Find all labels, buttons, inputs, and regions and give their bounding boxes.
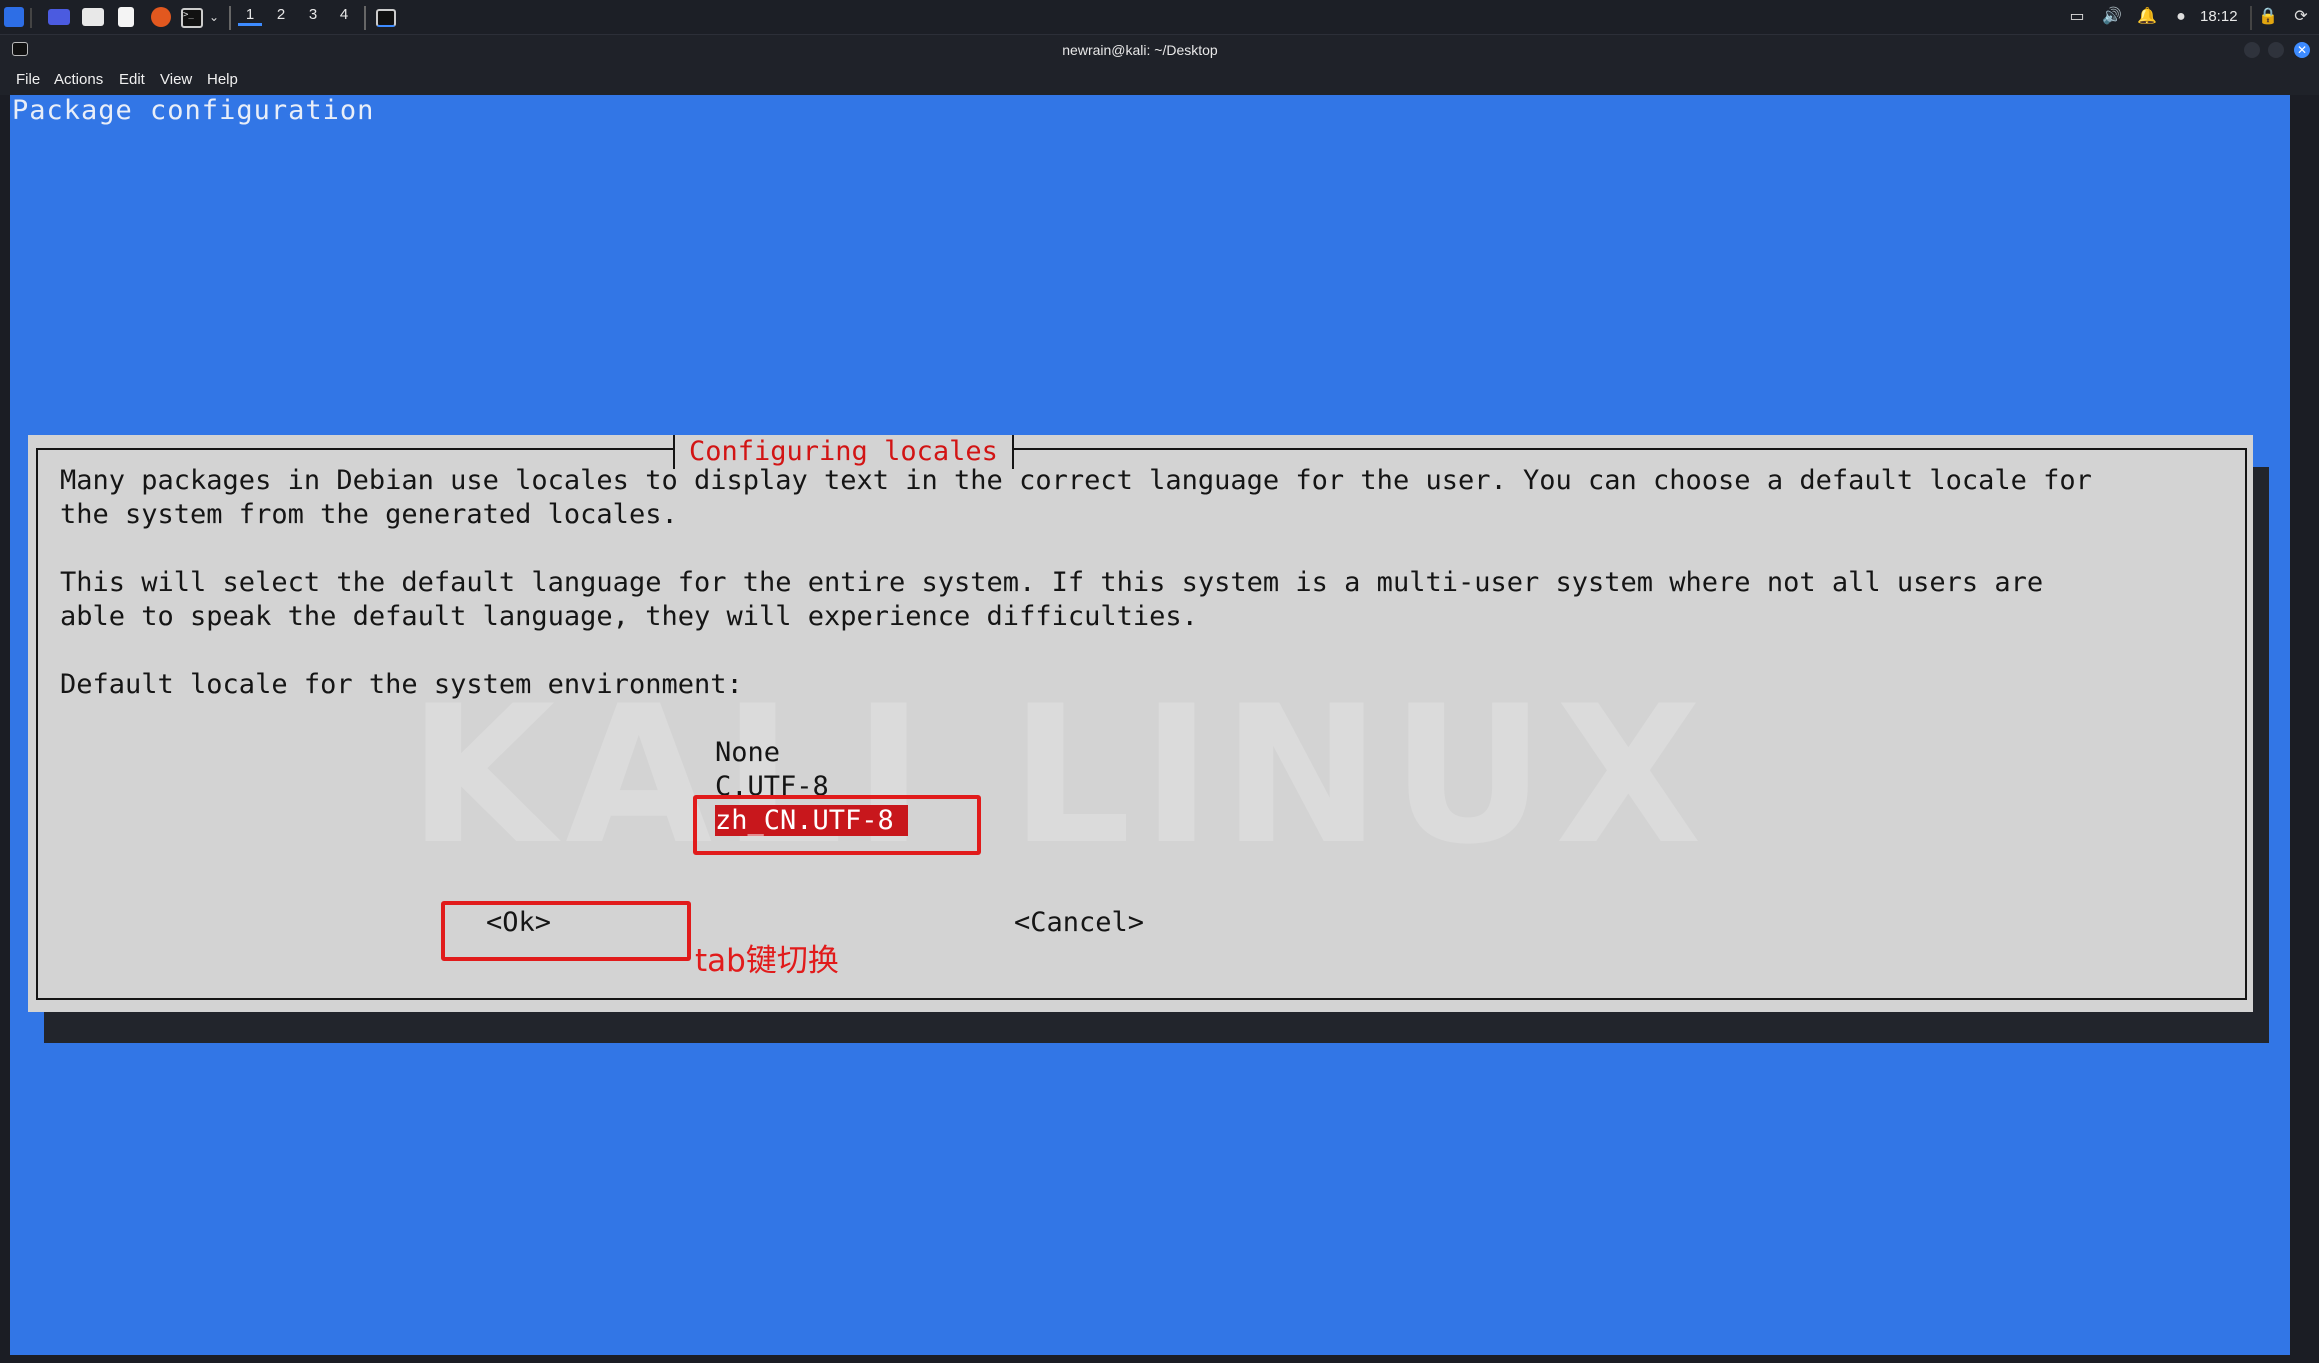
window-title: newrain@kali: ~/Desktop	[1062, 42, 1218, 58]
lock-icon[interactable]: 🔒	[2258, 8, 2278, 26]
divider	[2250, 6, 2252, 30]
annotation-box-ok	[441, 901, 691, 961]
dialog-title: Configuring locales	[673, 435, 1014, 469]
bell-icon[interactable]: 🔔	[2137, 8, 2157, 26]
files-icon[interactable]	[82, 8, 104, 26]
firefox-icon[interactable]	[151, 7, 171, 27]
clock-icon: ●	[2176, 8, 2186, 25]
maximize-button[interactable]	[2268, 42, 2284, 58]
workspace-4[interactable]: 4	[332, 6, 356, 23]
power-icon[interactable]: ⟳	[2292, 8, 2310, 26]
divider	[364, 6, 366, 30]
top-panel: >_ ⌄ 1 2 3 4 ▭ 🔊 🔔 ● 18:12 🔒 ⟳	[0, 0, 2319, 35]
package-configuration-header: Package configuration	[12, 95, 375, 126]
desktop-icon[interactable]	[48, 9, 70, 25]
minimize-button[interactable]	[2244, 42, 2260, 58]
menu-help[interactable]: Help	[207, 71, 238, 88]
divider	[229, 6, 231, 30]
workspace-2[interactable]: 2	[269, 6, 293, 23]
workspace-3[interactable]: 3	[301, 6, 325, 23]
chevron-down-icon[interactable]: ⌄	[205, 8, 223, 26]
menu-view[interactable]: View	[160, 71, 192, 88]
text-editor-icon[interactable]	[118, 7, 134, 27]
description-line: Many packages in Debian use locales to d…	[60, 465, 2092, 496]
terminal-area[interactable]: Package configuration KALI LINUX Configu…	[10, 95, 2290, 1355]
locale-dialog: KALI LINUX Configuring locales Many pack…	[28, 435, 2253, 1012]
annotation-text: tab键切换	[695, 943, 839, 979]
description-line: able to speak the default language, they…	[60, 601, 1198, 632]
terminal-task-icon[interactable]	[376, 9, 396, 27]
locale-option-none[interactable]: None	[715, 737, 780, 768]
description-line: This will select the default language fo…	[60, 567, 2044, 598]
workspace-1[interactable]: 1	[238, 6, 262, 26]
menubar: File Actions Edit View Help	[0, 65, 2319, 95]
terminal-scrollbar[interactable]	[2290, 95, 2319, 1355]
menu-edit[interactable]: Edit	[119, 71, 145, 88]
window-titlebar: newrain@kali: ~/Desktop ✕	[0, 35, 2319, 65]
divider	[30, 8, 32, 28]
close-button[interactable]: ✕	[2294, 42, 2310, 58]
clock[interactable]: 18:12	[2200, 8, 2238, 25]
menu-actions[interactable]: Actions	[54, 71, 103, 88]
cancel-button[interactable]: <Cancel>	[1014, 907, 1144, 938]
menu-file[interactable]: File	[16, 71, 40, 88]
description-line: the system from the generated locales.	[60, 499, 678, 530]
kali-menu-icon[interactable]	[4, 7, 24, 27]
volume-icon[interactable]: 🔊	[2102, 8, 2122, 26]
terminal-icon[interactable]: >_	[181, 8, 203, 28]
annotation-box-selected-locale	[693, 795, 981, 855]
locale-prompt: Default locale for the system environmen…	[60, 669, 743, 700]
display-icon[interactable]: ▭	[2068, 8, 2086, 26]
